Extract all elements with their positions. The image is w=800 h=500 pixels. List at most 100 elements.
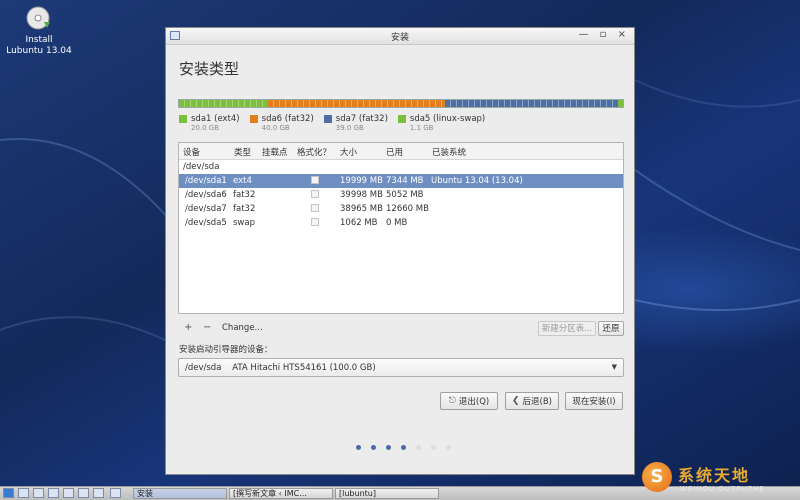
legend-item: sda7 (fat32) 39.0 GB bbox=[323, 114, 388, 132]
partition-segment bbox=[618, 100, 623, 107]
back-button[interactable]: ❮ 后退(B) bbox=[505, 392, 559, 410]
add-partition-button[interactable]: + bbox=[184, 322, 192, 333]
exit-icon: ⎋ bbox=[448, 396, 456, 406]
format-checkbox[interactable] bbox=[311, 218, 319, 226]
remove-partition-button[interactable]: − bbox=[203, 322, 211, 333]
cell-type: ext4 bbox=[233, 176, 252, 186]
dropdown-arrow-icon: ▼ bbox=[611, 363, 617, 371]
legend-item: sda1 (ext4) 20.0 GB bbox=[179, 114, 240, 132]
table-rows: /dev/sda1 ext4 19999 MB 7344 MB Ubuntu 13.04… bbox=[179, 174, 623, 230]
browser-icon[interactable] bbox=[48, 488, 59, 498]
cell-size: 39998 MB bbox=[340, 190, 383, 200]
terminal-icon[interactable] bbox=[63, 488, 74, 498]
install-now-button-label: 现在安装(I) bbox=[572, 397, 616, 407]
bootloader-selected-value: /dev/sda ATA Hitachi HTS54161 (100.0 GB) bbox=[185, 363, 376, 373]
workspace-1-icon[interactable] bbox=[78, 488, 89, 498]
partition-bar bbox=[178, 99, 624, 108]
col-format[interactable]: 格式化？ bbox=[297, 146, 331, 158]
legend-name: sda5 (linux-swap) bbox=[409, 114, 486, 124]
install-disc-icon bbox=[26, 6, 52, 32]
installer-window: 安装 — ▫ × 安装类型 sda1 (ext4) 20.0 GB sda6 (fa… bbox=[165, 27, 635, 475]
back-arrow-icon: ❮ bbox=[511, 396, 520, 406]
progress-dot bbox=[356, 445, 361, 450]
quit-button[interactable]: ⎋ 退出(Q) bbox=[440, 392, 498, 410]
legend-swatch bbox=[323, 115, 332, 123]
col-size[interactable]: 大小 bbox=[340, 146, 357, 158]
partition-segment bbox=[179, 100, 268, 107]
partition-table: 设备 类型 挂载点 格式化？ 大小 已用 已装系统 /dev/sda /dev/… bbox=[178, 142, 624, 314]
back-button-label: 后退(B) bbox=[522, 397, 552, 407]
progress-dot bbox=[446, 445, 451, 450]
legend-item: sda6 (fat32) 40.0 GB bbox=[249, 114, 314, 132]
partition-toolbar: + − Change... 新建分区表... 还原 bbox=[178, 320, 624, 338]
page-title: 安装类型 bbox=[179, 60, 240, 78]
cell-used: 5052 MB bbox=[386, 190, 424, 200]
progress-dot bbox=[386, 445, 391, 450]
cell-device: /dev/sda1 bbox=[185, 176, 227, 186]
quit-button-label: 退出(Q) bbox=[458, 397, 490, 407]
legend-size: 1.1 GB bbox=[409, 124, 434, 132]
col-type[interactable]: 类型 bbox=[234, 146, 251, 158]
progress-dot bbox=[371, 445, 376, 450]
cell-type: fat32 bbox=[233, 204, 256, 214]
cell-system: Ubuntu 13.04 (13.04) bbox=[431, 176, 523, 186]
group-device: /dev/sda bbox=[183, 162, 220, 172]
table-header: 设备 类型 挂载点 格式化？ 大小 已用 已装系统 bbox=[179, 143, 623, 160]
format-checkbox[interactable] bbox=[311, 190, 319, 198]
table-row[interactable]: /dev/sda7 fat32 38965 MB 12660 MB bbox=[179, 202, 623, 216]
cell-type: fat32 bbox=[233, 190, 256, 200]
cell-size: 19999 MB bbox=[340, 176, 383, 186]
cell-device: /dev/sda5 bbox=[185, 218, 227, 228]
format-checkbox[interactable] bbox=[311, 204, 319, 212]
table-group-row[interactable]: /dev/sda bbox=[179, 160, 623, 174]
bootloader-device-select[interactable]: /dev/sda ATA Hitachi HTS54161 (100.0 GB)… bbox=[178, 358, 624, 377]
change-partition-button[interactable]: Change... bbox=[222, 323, 263, 333]
cell-size: 38965 MB bbox=[340, 204, 383, 214]
desktop-install-icon[interactable]: Install Lubuntu 13.04 bbox=[4, 6, 74, 57]
table-row[interactable]: /dev/sda5 swap 1062 MB 0 MB bbox=[179, 216, 623, 230]
format-checkbox[interactable] bbox=[311, 176, 319, 184]
workspace-3-icon[interactable] bbox=[110, 488, 121, 498]
file-manager-icon[interactable] bbox=[33, 488, 44, 498]
progress-dot bbox=[431, 445, 436, 450]
taskbar-task-installer[interactable]: 安装 bbox=[133, 488, 227, 499]
window-titlebar[interactable]: 安装 — ▫ × bbox=[166, 28, 634, 45]
watermark-logo: S bbox=[642, 462, 672, 492]
new-partition-table-button[interactable]: 新建分区表... bbox=[538, 321, 596, 336]
progress-dot bbox=[401, 445, 406, 450]
legend-item: sda5 (linux-swap) 1.1 GB bbox=[397, 114, 486, 132]
progress-dot bbox=[416, 445, 421, 450]
legend-name: sda6 (fat32) bbox=[261, 114, 314, 124]
taskbar-task-lubuntu[interactable]: [lubuntu] bbox=[335, 488, 439, 499]
window-controls[interactable]: — ▫ × bbox=[578, 29, 630, 40]
col-device[interactable]: 设备 bbox=[183, 146, 200, 158]
table-row[interactable]: /dev/sda1 ext4 19999 MB 7344 MB Ubuntu 13.04… bbox=[179, 174, 623, 188]
cell-used: 0 MB bbox=[386, 218, 408, 228]
partition-legend: sda1 (ext4) 20.0 GB sda6 (fat32) 40.0 GB sda… bbox=[179, 114, 485, 132]
legend-size: 39.0 GB bbox=[335, 124, 364, 132]
col-used[interactable]: 已用 bbox=[386, 146, 403, 158]
desktop-icon-label-2: Lubuntu 13.04 bbox=[6, 46, 72, 56]
cell-device: /dev/sda7 bbox=[185, 204, 227, 214]
start-menu-icon[interactable] bbox=[3, 488, 14, 498]
partition-segment bbox=[267, 100, 446, 107]
table-row[interactable]: /dev/sda6 fat32 39998 MB 5052 MB bbox=[179, 188, 623, 202]
legend-swatch bbox=[397, 115, 406, 123]
taskbar-task-browser[interactable]: [撰写新文章 ‹ IMC... bbox=[229, 488, 333, 499]
legend-name: sda7 (fat32) bbox=[335, 114, 388, 124]
cell-used: 12660 MB bbox=[386, 204, 429, 214]
cell-device: /dev/sda6 bbox=[185, 190, 227, 200]
col-mount[interactable]: 挂载点 bbox=[262, 146, 288, 158]
desktop-icon-label-1: Install bbox=[25, 35, 53, 45]
revert-button[interactable]: 还原 bbox=[598, 321, 624, 336]
install-now-button[interactable]: 现在安装(I) bbox=[565, 392, 623, 410]
workspace-2-icon[interactable] bbox=[93, 488, 104, 498]
partition-segment bbox=[445, 100, 619, 107]
cell-type: swap bbox=[233, 218, 255, 228]
legend-size: 40.0 GB bbox=[261, 124, 290, 132]
window-title: 安装 bbox=[390, 33, 409, 43]
show-desktop-icon[interactable] bbox=[18, 488, 29, 498]
legend-name: sda1 (ext4) bbox=[191, 114, 240, 124]
col-system[interactable]: 已装系统 bbox=[432, 146, 466, 158]
watermark-subtext: WEIHOU OUTPUTHE bbox=[680, 485, 765, 493]
